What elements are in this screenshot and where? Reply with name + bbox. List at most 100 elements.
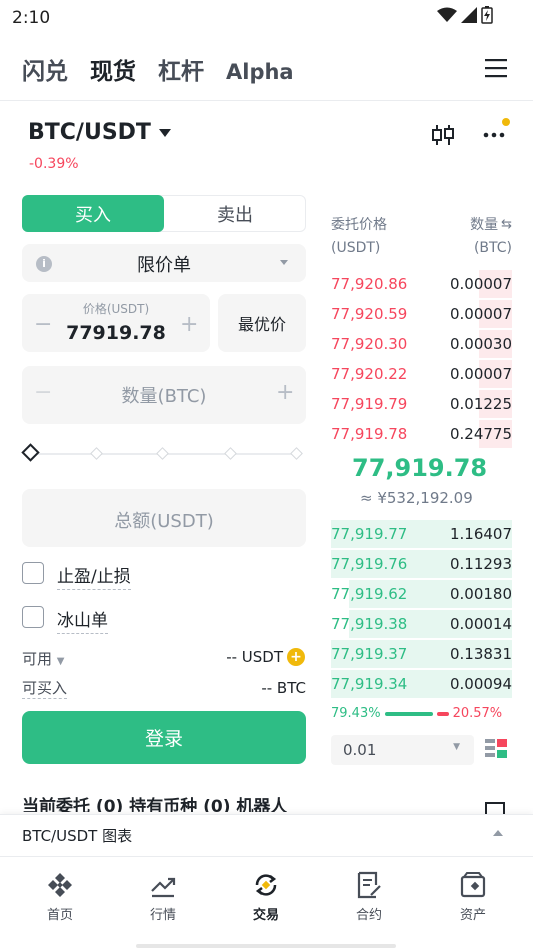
bid-row[interactable]: 77,919.77 1.16407 <box>331 520 512 548</box>
candlestick-icon[interactable] <box>430 122 456 148</box>
chart-drawer-label[interactable]: BTC/USDT 图表 <box>22 825 132 846</box>
slider-step-100[interactable] <box>290 447 303 460</box>
slider-step-25[interactable] <box>90 447 103 460</box>
slider-handle[interactable] <box>21 443 40 462</box>
login-button[interactable]: 登录 <box>22 711 306 764</box>
iceberg-checkbox[interactable] <box>22 606 44 628</box>
bid-qty: 0.11293 <box>449 555 512 573</box>
pair-name: BTC/USDT <box>28 120 151 145</box>
nav-futures[interactable]: 合约 <box>339 870 399 923</box>
total-placeholder: 总额(USDT) <box>114 511 214 532</box>
battery-icon <box>481 6 493 24</box>
bid-price: 77,919.77 <box>331 525 408 543</box>
buy-sell-ratio: 79.43% 20.57% <box>331 706 512 721</box>
bid-qty: 0.00180 <box>449 585 512 603</box>
tpsl-label[interactable]: 止盈/止损 <box>57 562 131 590</box>
nav-wallet[interactable]: 资产 <box>443 870 503 923</box>
orders-history-icon[interactable] <box>485 802 505 814</box>
ask-price: 77,920.22 <box>331 365 408 383</box>
best-price-button[interactable]: 最优价 <box>218 294 306 352</box>
sell-tab[interactable]: 卖出 <box>164 195 306 232</box>
caret-down-icon <box>158 128 171 137</box>
ask-row[interactable]: 77,920.30 0.00030 <box>331 330 512 358</box>
add-funds-icon[interactable]: + <box>287 648 305 666</box>
precision-value: 0.01 <box>343 741 377 759</box>
ask-qty: 0.01225 <box>449 395 512 413</box>
precision-select[interactable]: 0.01 ▼ <box>331 735 474 765</box>
chevron-down-icon: ▼ <box>453 742 460 752</box>
ask-price: 77,920.86 <box>331 275 408 293</box>
ob-price-unit: (USDT) <box>331 240 381 256</box>
nav-trade[interactable]: 交易 <box>236 870 296 923</box>
tab-spot[interactable]: 现货 <box>90 52 136 86</box>
quantity-placeholder: 数量(BTC) <box>121 386 207 407</box>
ob-price-header: 委托价格 <box>331 217 387 233</box>
ask-qty: 0.00007 <box>449 275 512 293</box>
bid-qty: 0.00094 <box>449 675 512 693</box>
bid-price: 77,919.34 <box>331 675 408 693</box>
tab-margin[interactable]: 杠杆 <box>158 52 204 86</box>
ask-row[interactable]: 77,919.79 0.01225 <box>331 390 512 418</box>
ask-row[interactable]: 77,920.86 0.00007 <box>331 270 512 298</box>
ask-qty: 0.00030 <box>449 335 512 353</box>
bid-price: 77,919.62 <box>331 585 408 603</box>
iceberg-label[interactable]: 冰山单 <box>57 606 108 634</box>
bid-row[interactable]: 77,919.62 0.00180 <box>331 580 512 608</box>
buy-tab[interactable]: 买入 <box>22 195 164 232</box>
sell-ratio: 20.57% <box>452 706 503 721</box>
ask-row[interactable]: 77,920.59 0.00007 <box>331 300 512 328</box>
bid-price: 77,919.38 <box>331 615 408 633</box>
available-label[interactable]: 可用 ▼ <box>22 648 65 669</box>
ask-qty: 0.24775 <box>449 425 512 443</box>
tpsl-checkbox[interactable] <box>22 562 44 584</box>
ask-qty: 0.00007 <box>449 305 512 323</box>
header-divider <box>0 100 533 101</box>
bid-row[interactable]: 77,919.38 0.00014 <box>331 610 512 638</box>
wallet-icon <box>460 872 486 898</box>
more-icon[interactable] <box>482 118 512 142</box>
menu-icon[interactable] <box>485 58 507 78</box>
bid-row[interactable]: 77,919.34 0.00094 <box>331 670 512 698</box>
slider-step-50[interactable] <box>156 447 169 460</box>
bid-price: 77,919.76 <box>331 555 408 573</box>
can-buy-label: 可买入 <box>22 679 68 699</box>
swap-icon: ⇆ <box>501 216 512 232</box>
home-indicator <box>136 944 396 948</box>
depth-view-icon[interactable] <box>485 738 507 760</box>
ask-price: 77,920.59 <box>331 305 408 323</box>
nav-markets[interactable]: 行情 <box>133 870 193 923</box>
ask-price: 77,919.78 <box>331 425 408 443</box>
ob-qty-unit: (BTC) <box>473 240 512 256</box>
signal-icon <box>461 7 477 23</box>
status-time: 2:10 <box>12 8 51 28</box>
bid-row[interactable]: 77,919.37 0.13831 <box>331 640 512 668</box>
tab-convert[interactable]: 闪兑 <box>22 52 68 86</box>
ask-price: 77,920.30 <box>331 335 408 353</box>
buy-ratio: 79.43% <box>331 706 381 721</box>
bid-qty: 0.00014 <box>449 615 512 633</box>
price-change: -0.39% <box>29 156 79 172</box>
top-tabs: 闪兑 现货 杠杆 Alpha <box>22 52 294 86</box>
pair-selector[interactable]: BTC/USDT <box>28 120 171 145</box>
ask-row[interactable]: 77,920.22 0.00007 <box>331 360 512 388</box>
status-icons <box>437 6 493 24</box>
bid-qty: 0.13831 <box>449 645 512 663</box>
tab-alpha[interactable]: Alpha <box>226 60 294 84</box>
quantity-increment-button[interactable]: + <box>276 380 294 405</box>
nav-home[interactable]: 首页 <box>30 870 90 923</box>
bid-row[interactable]: 77,919.76 0.11293 <box>331 550 512 578</box>
bid-price: 77,919.37 <box>331 645 408 663</box>
ob-qty-header[interactable]: 数量 ⇆ <box>470 214 512 234</box>
ask-qty: 0.00007 <box>449 365 512 383</box>
price-increment-button[interactable]: + <box>180 312 198 337</box>
bid-qty: 1.16407 <box>449 525 512 543</box>
ask-row[interactable]: 77,919.78 0.24775 <box>331 420 512 448</box>
chevron-up-icon[interactable] <box>493 830 503 836</box>
order-type-label: 限价单 <box>137 255 191 276</box>
slider-step-75[interactable] <box>224 447 237 460</box>
orders-tabs[interactable]: 当前委托 (0) 持有币种 (0) 机器人 <box>22 792 287 812</box>
mid-price-cny: ≈ ¥532,192.09 <box>360 489 473 507</box>
wifi-icon <box>437 7 457 22</box>
home-icon <box>48 873 72 897</box>
ask-price: 77,919.79 <box>331 395 408 413</box>
